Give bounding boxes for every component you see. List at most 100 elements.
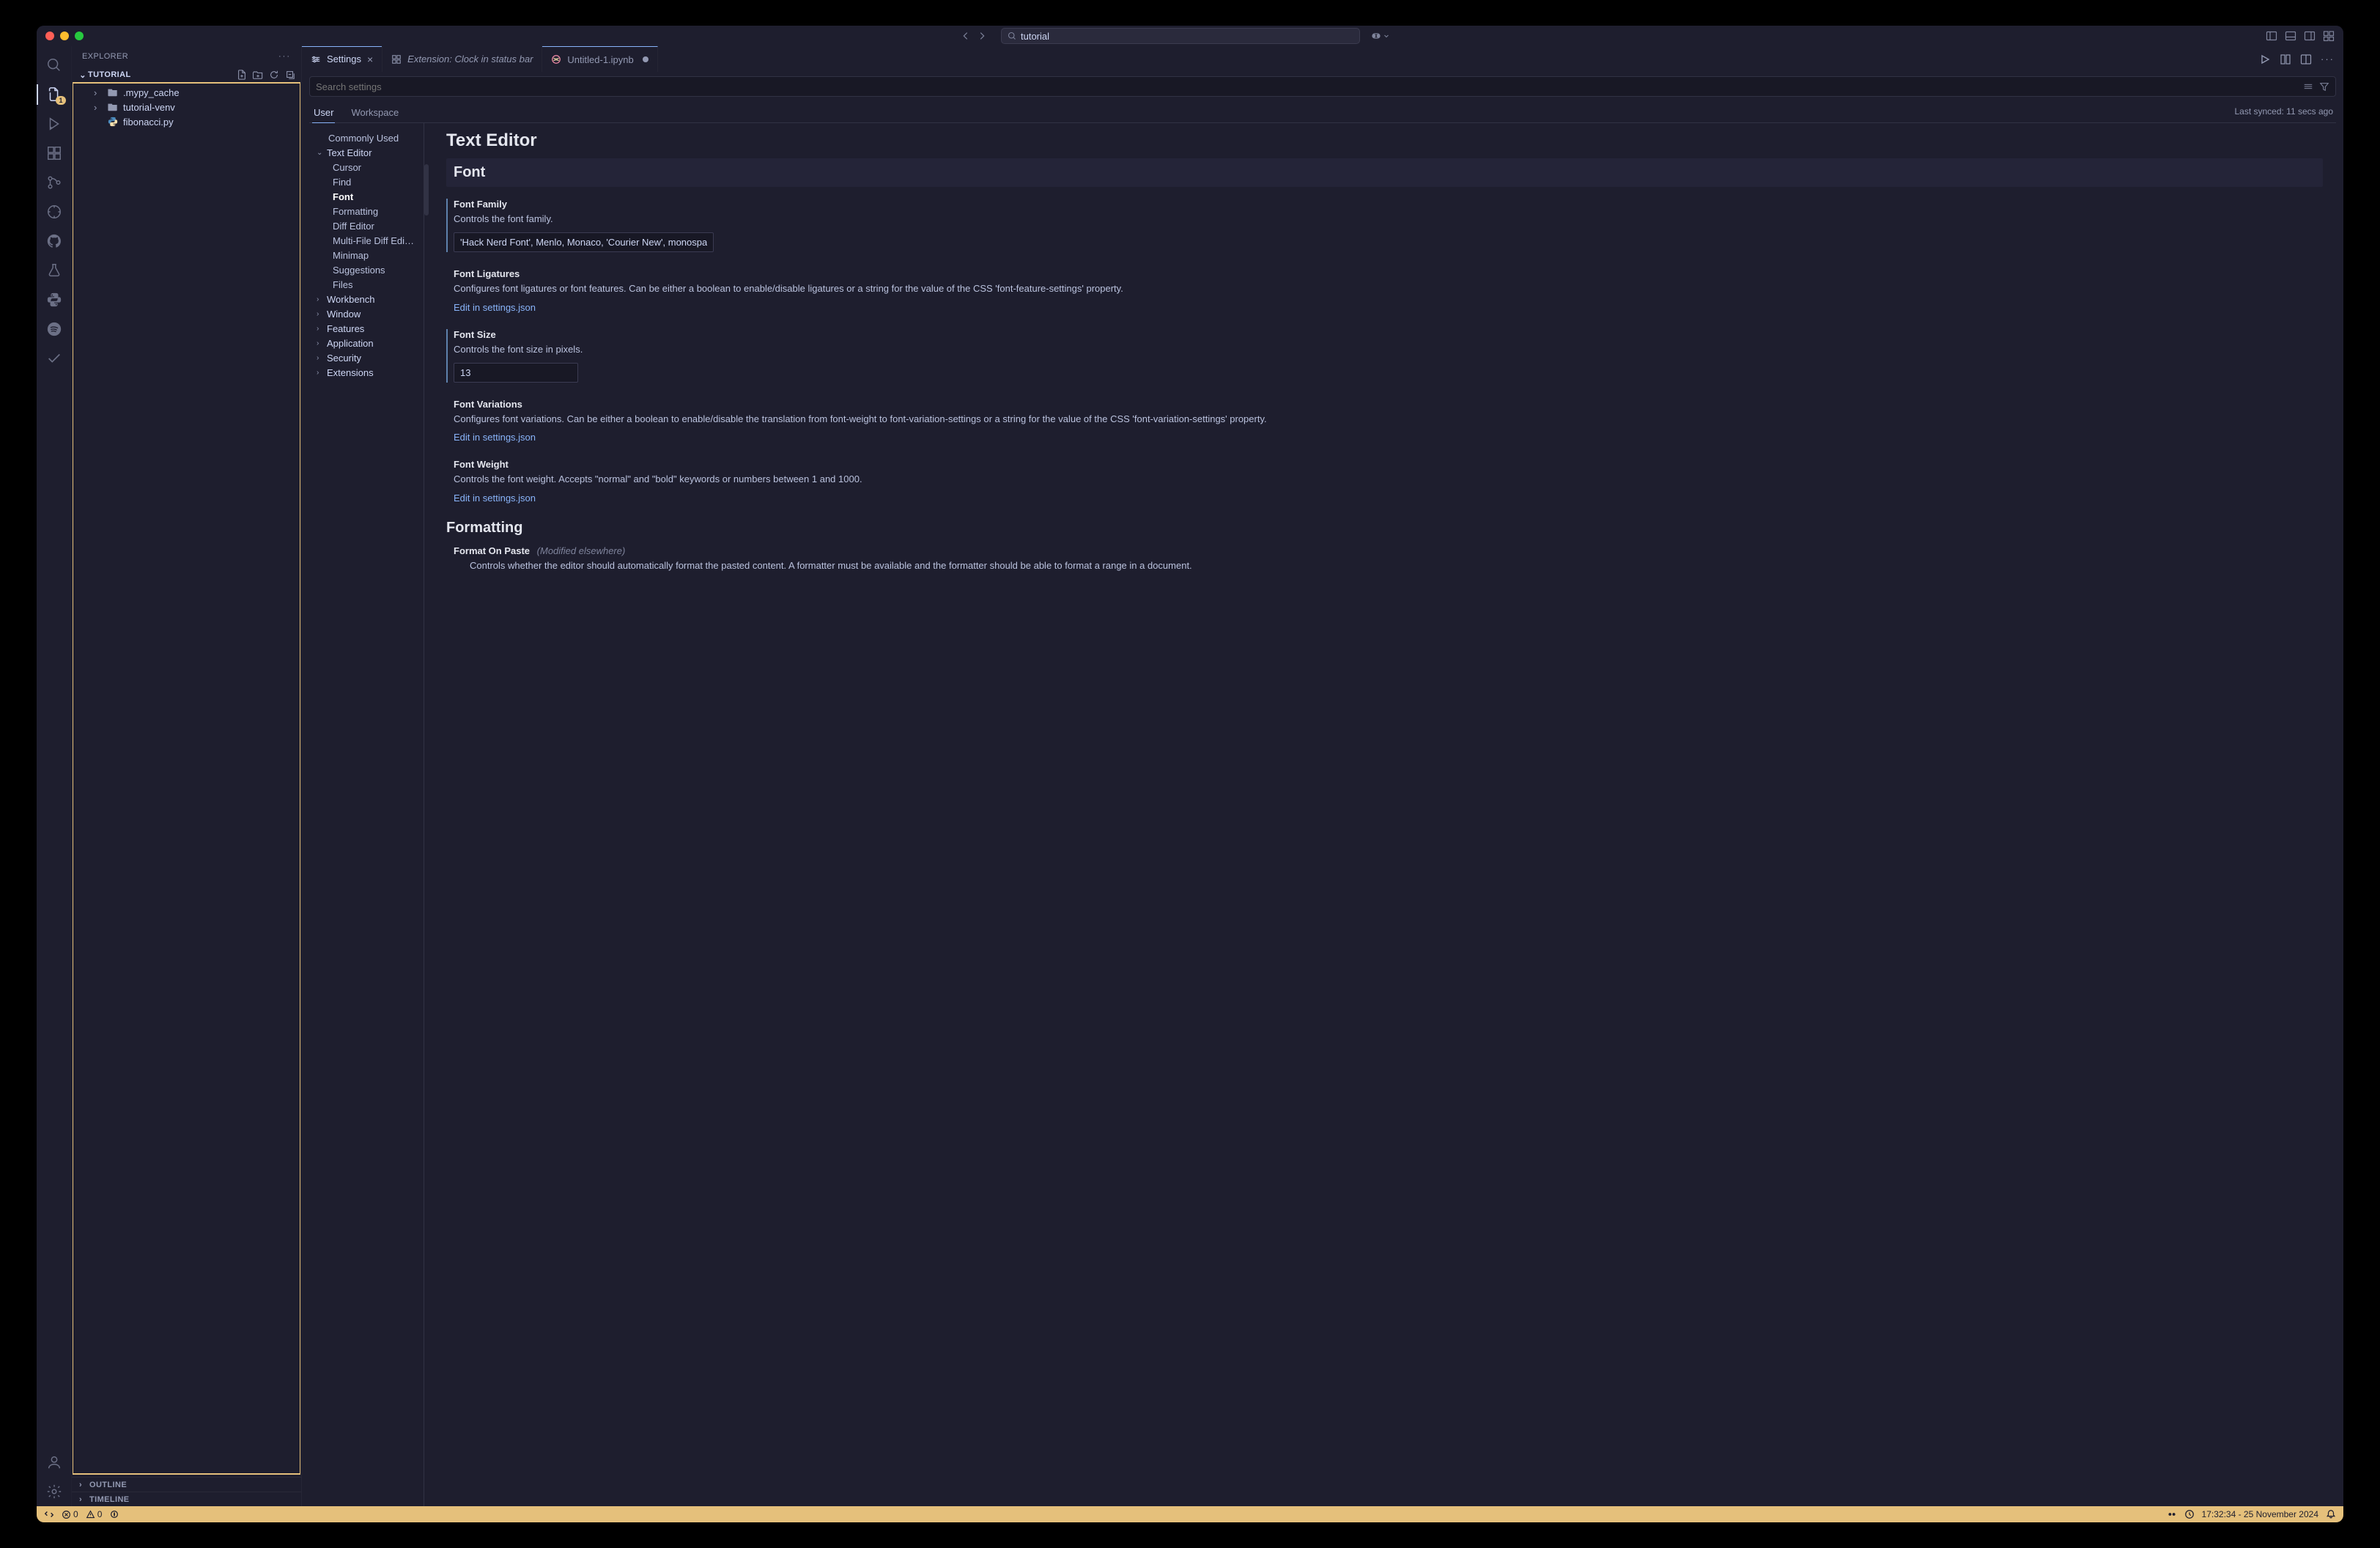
toc-suggestions[interactable]: Suggestions xyxy=(317,262,416,277)
diff-icon[interactable] xyxy=(2280,54,2291,65)
toc-text-editor[interactable]: ⌄Text Editor xyxy=(317,145,416,160)
toc-diff[interactable]: Diff Editor xyxy=(317,218,416,233)
command-center[interactable]: tutorial xyxy=(1001,28,1360,44)
activity-testing-icon[interactable] xyxy=(37,256,72,285)
tab-extension[interactable]: Extension: Clock in status bar xyxy=(382,46,542,72)
toc-font[interactable]: Font xyxy=(317,189,416,204)
settings-content: Text Editor Font Font Family Controls th… xyxy=(429,123,2336,1506)
toc-cursor[interactable]: Cursor xyxy=(317,160,416,174)
scope-user-tab[interactable]: User xyxy=(312,103,335,123)
toc-window[interactable]: ›Window xyxy=(317,306,416,321)
sidebar-more-icon[interactable]: ··· xyxy=(278,52,291,61)
font-size-input[interactable] xyxy=(454,363,578,383)
extension-tab-icon xyxy=(391,54,402,64)
search-icon xyxy=(1008,32,1016,40)
folder-section-header[interactable]: ⌄ TUTORIAL xyxy=(72,67,301,83)
status-clock[interactable]: 17:32:34 - 25 November 2024 xyxy=(2202,1509,2318,1519)
scope-workspace-tab[interactable]: Workspace xyxy=(350,103,400,122)
toc-commonly-used[interactable]: Commonly Used xyxy=(317,130,416,145)
activity-check-icon[interactable] xyxy=(37,344,72,373)
tree-item-label: tutorial-venv xyxy=(123,102,175,113)
more-actions-icon[interactable]: ··· xyxy=(2321,54,2335,64)
collapse-all-icon[interactable] xyxy=(285,70,295,80)
toggle-panel-icon[interactable] xyxy=(2285,30,2296,42)
tab-label: Extension: Clock in status bar xyxy=(407,54,533,64)
setting-font-weight: Font Weight Controls the font weight. Ac… xyxy=(446,459,2323,504)
edit-settings-json-link[interactable]: Edit in settings.json xyxy=(454,302,536,313)
settings-search-input[interactable] xyxy=(316,81,2303,92)
toc-minimap[interactable]: Minimap xyxy=(317,248,416,262)
edit-settings-json-link[interactable]: Edit in settings.json xyxy=(454,493,536,504)
chevron-right-icon: › xyxy=(79,1481,89,1489)
sync-status: Last synced: 11 secs ago xyxy=(2234,106,2333,122)
settings-search[interactable] xyxy=(309,76,2336,97)
refresh-icon[interactable] xyxy=(269,70,279,80)
tree-file-fibonacci[interactable]: fibonacci.py xyxy=(73,114,300,129)
nav-back-icon[interactable] xyxy=(960,30,972,42)
toc-application[interactable]: ›Application xyxy=(317,336,416,350)
font-family-input[interactable] xyxy=(454,232,714,252)
activity-settings-gear-icon[interactable] xyxy=(37,1477,72,1506)
activity-explorer[interactable]: 1 xyxy=(37,80,72,109)
new-folder-icon[interactable] xyxy=(253,70,263,80)
chevron-down-icon: ⌄ xyxy=(317,149,324,157)
split-editor-icon[interactable] xyxy=(2300,54,2312,65)
maximize-window-button[interactable] xyxy=(75,32,84,40)
run-icon[interactable] xyxy=(2259,54,2271,65)
modified-note: (Modified elsewhere) xyxy=(537,545,626,556)
copilot-menu[interactable] xyxy=(1370,30,1389,42)
chevron-down-icon: ⌄ xyxy=(78,70,88,80)
setting-font-family: Font Family Controls the font family. xyxy=(446,199,2323,252)
activity-extensions[interactable] xyxy=(37,139,72,168)
activity-run-debug[interactable] xyxy=(37,109,72,139)
remote-indicator-icon[interactable] xyxy=(44,1509,54,1519)
minimize-window-button[interactable] xyxy=(60,32,69,40)
tab-notebook[interactable]: Untitled-1.ipynb xyxy=(542,46,657,72)
chevron-right-icon: › xyxy=(79,1495,89,1504)
status-copilot-icon[interactable] xyxy=(2167,1509,2177,1519)
status-warnings[interactable]: 0 xyxy=(86,1509,103,1519)
toc-security[interactable]: ›Security xyxy=(317,350,416,365)
toggle-primary-sidebar-icon[interactable] xyxy=(2266,30,2277,42)
activity-spotify-icon[interactable] xyxy=(37,314,72,344)
nav-forward-icon[interactable] xyxy=(976,30,988,42)
close-tab-icon[interactable]: × xyxy=(367,54,373,65)
section-formatting-header: Formatting xyxy=(446,520,2323,537)
toc-extensions[interactable]: ›Extensions xyxy=(317,365,416,380)
setting-font-size: Font Size Controls the font size in pixe… xyxy=(446,329,2323,383)
activity-python-icon[interactable] xyxy=(37,285,72,314)
editor-tabs: Settings × Extension: Clock in status ba… xyxy=(302,46,2343,72)
tree-folder-mypy[interactable]: › .mypy_cache xyxy=(73,85,300,100)
activity-accounts-icon[interactable] xyxy=(37,1448,72,1477)
tab-settings[interactable]: Settings × xyxy=(302,46,382,72)
activity-search[interactable] xyxy=(37,51,72,80)
chevron-right-icon: › xyxy=(317,354,324,362)
setting-format-on-paste: Format On Paste (Modified elsewhere) Con… xyxy=(446,545,2323,573)
close-window-button[interactable] xyxy=(45,32,54,40)
activity-github-icon[interactable] xyxy=(37,226,72,256)
status-ports-icon[interactable] xyxy=(109,1509,119,1519)
customize-layout-icon[interactable] xyxy=(2323,30,2335,42)
status-bell-icon[interactable] xyxy=(2326,1509,2336,1519)
toc-workbench[interactable]: ›Workbench xyxy=(317,292,416,306)
settings-editor: User Workspace Last synced: 11 secs ago … xyxy=(302,72,2343,1506)
toc-features[interactable]: ›Features xyxy=(317,321,416,336)
toc-files[interactable]: Files xyxy=(317,277,416,292)
status-errors[interactable]: 0 xyxy=(62,1509,78,1519)
tree-folder-venv[interactable]: › tutorial-venv xyxy=(73,100,300,114)
activity-target-icon[interactable] xyxy=(37,197,72,226)
toc-multidiff[interactable]: Multi-File Diff Edi… xyxy=(317,233,416,248)
outline-section[interactable]: › OUTLINE xyxy=(72,1477,301,1492)
clear-search-icon[interactable] xyxy=(2303,81,2313,92)
activity-source-control[interactable] xyxy=(37,168,72,197)
edit-settings-json-link[interactable]: Edit in settings.json xyxy=(454,432,536,443)
new-file-icon[interactable] xyxy=(237,70,247,80)
timeline-section[interactable]: › TIMELINE xyxy=(72,1492,301,1506)
toggle-secondary-sidebar-icon[interactable] xyxy=(2304,30,2316,42)
filter-icon[interactable] xyxy=(2319,81,2329,92)
toc-formatting[interactable]: Formatting xyxy=(317,204,416,218)
chevron-right-icon: › xyxy=(317,295,324,303)
project-name: TUTORIAL xyxy=(88,70,237,79)
toc-find[interactable]: Find xyxy=(317,174,416,189)
status-history-icon[interactable] xyxy=(2184,1509,2195,1519)
